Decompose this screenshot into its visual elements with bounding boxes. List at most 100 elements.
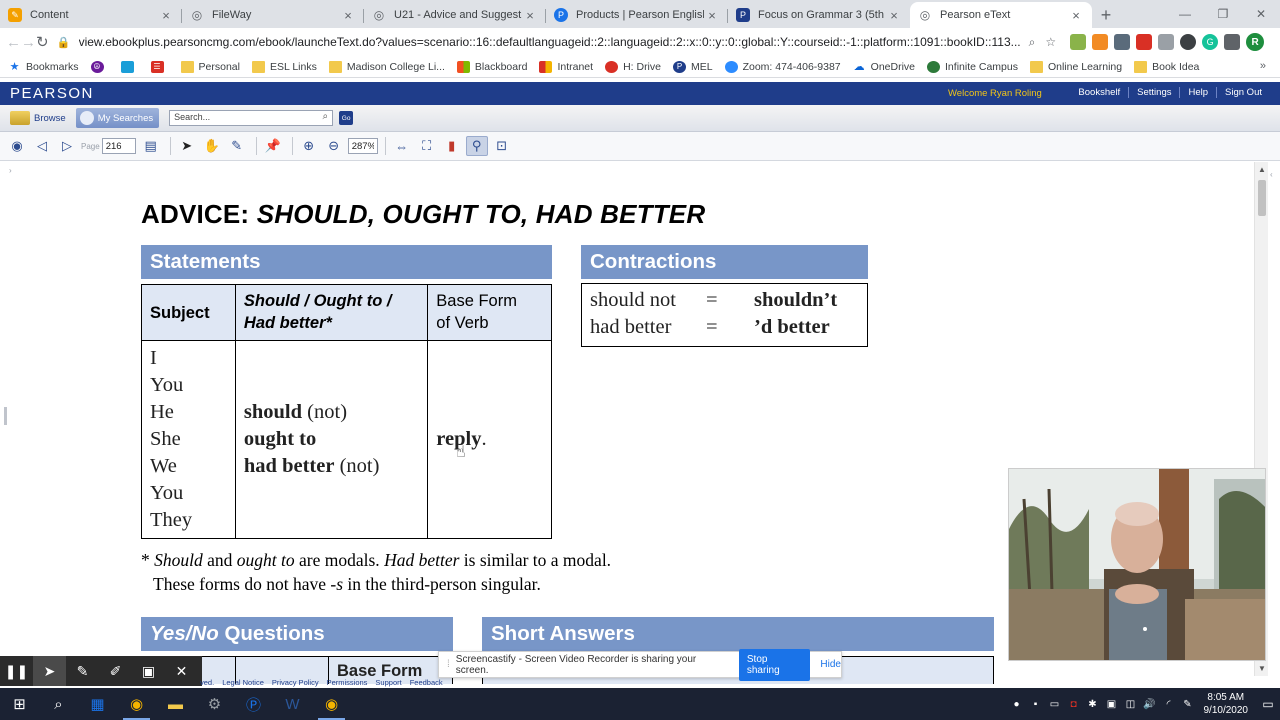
pen-tray-icon[interactable]: ✎ — [1179, 699, 1197, 710]
chevron-right-icon[interactable]: » — [1260, 60, 1266, 72]
note-pin-icon[interactable]: 📌 — [262, 136, 284, 156]
close-icon[interactable]: × — [704, 8, 720, 23]
tray-icon[interactable]: ◘ — [1065, 699, 1083, 710]
close-icon[interactable]: × — [158, 8, 174, 23]
bookmark-intranet[interactable]: Intranet — [539, 60, 593, 73]
bookmark-blue[interactable] — [120, 60, 139, 73]
search-icon[interactable]: ⌕ — [39, 688, 78, 720]
bookmarks-star[interactable]: ★ Bookmarks — [8, 61, 79, 74]
settings-gear-icon[interactable]: ⚙ — [195, 688, 234, 720]
scroll-thumb[interactable] — [1258, 180, 1266, 216]
permissions-link[interactable]: Permissions — [327, 678, 368, 687]
collapse-arrow-icon[interactable]: ‹ — [1270, 170, 1273, 179]
zoom-in-icon[interactable]: ⊕ — [298, 136, 320, 156]
pause-icon[interactable]: ❚❚ — [0, 656, 33, 686]
extension-icon[interactable] — [1092, 34, 1109, 50]
extension-icon[interactable] — [1136, 34, 1153, 50]
menu-icon[interactable]: ⋮ — [1274, 34, 1280, 51]
drag-handle-icon[interactable]: ⁞ — [447, 659, 450, 670]
wifi-icon[interactable]: ◜ — [1160, 699, 1178, 710]
bookmark-madison[interactable]: Madison College Li... — [328, 60, 445, 73]
bookmark-zoom[interactable]: Zoom: 474-406-9387 — [724, 60, 841, 73]
my-searches-button[interactable]: My Searches — [75, 108, 160, 128]
legal-notice-link[interactable]: Legal Notice — [222, 678, 264, 687]
support-link[interactable]: Support — [375, 678, 401, 687]
search-input[interactable]: Search... ⌕ — [169, 110, 334, 126]
close-icon[interactable]: × — [886, 8, 902, 23]
close-icon[interactable]: × — [1068, 8, 1084, 23]
chrome-profile-icon[interactable]: ◉ — [312, 688, 351, 720]
zoom-out-icon[interactable]: ⊖ — [323, 136, 345, 156]
chrome-icon[interactable]: ◉ — [117, 688, 156, 720]
extension-icon[interactable] — [1070, 34, 1087, 50]
privacy-policy-link[interactable]: Privacy Policy — [272, 678, 319, 687]
tab-content[interactable]: ✎ Content × — [0, 2, 182, 28]
volume-icon[interactable]: 🔊 — [1141, 699, 1159, 710]
calculator-icon[interactable]: ▦ — [78, 688, 117, 720]
zoom-lens-icon[interactable]: ⌕ — [1029, 35, 1036, 50]
pointer-icon[interactable]: ➤ — [33, 656, 66, 686]
tray-icon[interactable]: ▭ — [1046, 699, 1064, 710]
fit-width-icon[interactable]: ⇔ — [391, 136, 413, 156]
zoom-level-input[interactable] — [347, 138, 378, 154]
extension-icon[interactable] — [1158, 34, 1175, 50]
feedback-link[interactable]: Feedback — [410, 678, 443, 687]
expand-arrow-icon[interactable]: › — [9, 166, 12, 175]
reload-icon[interactable]: ↻ — [36, 30, 49, 54]
page-view-icon[interactable]: ▤ — [140, 136, 162, 156]
bluetooth-icon[interactable]: ✱ — [1084, 699, 1102, 710]
bookmark-mel[interactable]: P MEL — [672, 60, 713, 73]
pearson-app-icon[interactable]: Ⓟ — [234, 688, 273, 720]
tab-fileway[interactable]: ◎ FileWay × — [182, 2, 364, 28]
select-arrow-icon[interactable]: ➤ — [176, 136, 198, 156]
prev-page-icon[interactable]: ◁ — [31, 136, 53, 156]
scroll-up-icon[interactable]: ▲ — [1258, 165, 1266, 174]
bookmark-blackboard[interactable]: Blackboard — [456, 60, 527, 73]
help-link[interactable]: Help — [1179, 87, 1216, 98]
pen-icon[interactable]: ✎ — [66, 656, 99, 686]
network-icon[interactable]: ◫ — [1122, 699, 1140, 710]
windows-start-icon[interactable]: ⊞ — [0, 688, 39, 720]
settings-link[interactable]: Settings — [1128, 87, 1179, 98]
bookmark-book-idea[interactable]: Book Idea — [1134, 60, 1199, 73]
scroll-down-icon[interactable]: ▼ — [1258, 664, 1266, 673]
extension-icon[interactable] — [1224, 34, 1241, 50]
back-icon[interactable]: ← — [6, 30, 21, 54]
home-icon[interactable]: ◉ — [6, 136, 28, 156]
word-icon[interactable]: W — [273, 688, 312, 720]
bookmark-h-drive[interactable]: H: Drive — [605, 60, 661, 73]
link-tool-icon[interactable]: ⚲ — [465, 136, 488, 156]
tray-icon[interactable]: ▪ — [1027, 699, 1045, 710]
extension-icon[interactable] — [1114, 34, 1131, 50]
bookmark-red[interactable]: ☰ — [150, 60, 169, 73]
next-page-icon[interactable]: ▷ — [56, 136, 78, 156]
new-tab-button[interactable]: + — [1092, 2, 1120, 28]
bookmark-personal[interactable]: Personal — [180, 60, 240, 73]
profile-avatar[interactable]: R — [1246, 33, 1265, 51]
bookmark-online-learning[interactable]: Online Learning — [1029, 60, 1122, 73]
minimize-icon[interactable]: — — [1166, 0, 1204, 28]
notification-icon[interactable]: ▭ — [1256, 697, 1280, 711]
tray-icon[interactable]: ● — [1008, 699, 1026, 710]
hide-button[interactable]: Hide — [820, 659, 841, 670]
hand-tool-icon[interactable]: ✋ — [201, 136, 223, 156]
highlighter-icon[interactable]: ✎ — [226, 136, 248, 156]
close-icon[interactable]: ✕ — [165, 656, 198, 686]
close-icon[interactable]: × — [522, 8, 538, 23]
tab-products[interactable]: P Products | Pearson English Port × — [546, 2, 728, 28]
restore-icon[interactable]: ❐ — [1204, 0, 1242, 28]
close-icon[interactable]: × — [340, 8, 356, 23]
file-explorer-icon[interactable]: ▬ — [156, 688, 195, 720]
bookmark-esl-links[interactable]: ESL Links — [251, 60, 317, 73]
camera-icon[interactable]: ▣ — [132, 656, 165, 686]
extension-icon[interactable] — [1180, 34, 1197, 50]
tab-pearson-etext[interactable]: ◎ Pearson eText × — [910, 2, 1092, 28]
grammarly-icon[interactable]: G — [1202, 34, 1219, 50]
glossary-icon[interactable]: ⊡ — [491, 136, 513, 156]
tab-u21[interactable]: ◎ U21 - Advice and Suggestions × — [364, 2, 546, 28]
clock[interactable]: 8:05 AM 9/10/2020 — [1204, 691, 1249, 717]
bookmark-onedrive[interactable]: ☁ OneDrive — [853, 61, 915, 74]
tab-focus-grammar[interactable]: P Focus on Grammar 3 (5th Editio × — [728, 2, 910, 28]
bookmark-infinite-campus[interactable]: Infinite Campus — [927, 60, 1018, 73]
splitter-handle[interactable] — [4, 407, 7, 425]
